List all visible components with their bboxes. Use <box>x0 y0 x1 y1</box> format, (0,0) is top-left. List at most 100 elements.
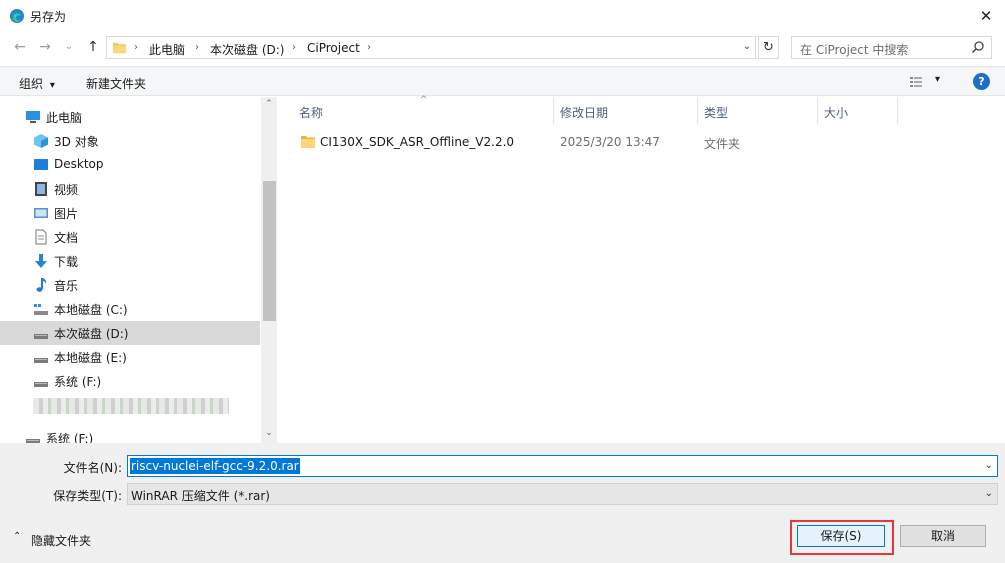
system-drive-icon <box>34 304 48 315</box>
breadcrumb-separator: › <box>134 42 138 53</box>
column-divider[interactable] <box>897 97 898 124</box>
file-list: ^ 名称 修改日期 类型 大小 CI130X_SDK_ASR_Offline_V… <box>281 95 1005 443</box>
sidebar-item-this-pc[interactable]: 此电脑 <box>0 105 260 129</box>
sidebar-item-label: 下载 <box>54 255 79 269</box>
sidebar-item-documents[interactable]: 文档 <box>0 225 260 249</box>
chevron-down-icon: ⌄ <box>984 488 993 499</box>
breadcrumb-drive-d[interactable]: 本次磁盘 (D:) <box>210 41 284 58</box>
save-button[interactable]: 保存(S) <box>797 525 885 547</box>
search-input[interactable]: 在 CiProject 中搜索 <box>791 36 992 59</box>
sidebar-item-music[interactable]: 音乐 <box>0 273 260 297</box>
filetype-value: WinRAR 压缩文件 (*.rar) <box>131 489 270 503</box>
chevron-up-icon[interactable]: ⌃ <box>13 531 21 542</box>
sidebar-item-label: 图片 <box>54 207 79 221</box>
sidebar-item-drive-f[interactable]: 系统 (F:) <box>0 369 260 393</box>
refresh-button[interactable]: ↻ <box>758 36 779 59</box>
breadcrumb-ciproject[interactable]: CiProject <box>307 41 360 55</box>
search-placeholder: 在 CiProject 中搜索 <box>800 43 909 57</box>
hide-folders-button[interactable]: 隐藏文件夹 <box>31 532 91 549</box>
sidebar-item-label: 系统 (F:) <box>54 375 102 389</box>
column-header-name[interactable]: 名称 <box>299 104 323 121</box>
folder-icon <box>301 136 315 148</box>
drive-icon <box>34 358 48 363</box>
scrollbar-thumb[interactable] <box>263 181 276 321</box>
organize-label: 组织 <box>19 77 44 91</box>
file-type: 文件夹 <box>704 137 741 151</box>
sidebar-item-drive-f-network[interactable]: 系统 (F:) <box>0 426 260 443</box>
sidebar-item-downloads[interactable]: 下载 <box>0 249 260 273</box>
column-divider[interactable] <box>553 97 554 124</box>
sidebar-item-label: Desktop <box>54 157 104 171</box>
drive-icon <box>26 439 40 443</box>
breadcrumb-this-pc[interactable]: 此电脑 <box>149 41 185 58</box>
window-title: 另存为 <box>30 10 67 24</box>
breadcrumb-separator: › <box>367 42 371 53</box>
sidebar-item-drive-d[interactable]: 本次磁盘 (D:) <box>0 321 260 345</box>
forward-button[interactable]: → <box>36 37 54 57</box>
sidebar-item-3d-objects[interactable]: 3D 对象 <box>0 129 260 153</box>
drive-icon <box>34 334 48 339</box>
sidebar-item-desktop[interactable]: Desktop <box>0 153 260 177</box>
column-divider[interactable] <box>817 97 818 124</box>
redacted-item <box>33 398 229 414</box>
sidebar-item-label: 视频 <box>54 183 79 197</box>
search-icon <box>971 41 984 54</box>
sidebar-item-label: 系统 (F:) <box>46 432 94 443</box>
column-header-modified[interactable]: 修改日期 <box>560 104 608 121</box>
help-icon[interactable]: ? <box>973 73 990 90</box>
breadcrumb-separator: › <box>195 42 199 53</box>
recent-locations-button[interactable]: ⌄ <box>60 37 78 57</box>
cube-icon <box>34 134 48 148</box>
sidebar-item-drive-c[interactable]: 本地磁盘 (C:) <box>0 297 260 321</box>
sidebar-item-drive-e[interactable]: 本地磁盘 (E:) <box>0 345 260 369</box>
filename-value: riscv-nuclei-elf-gcc-9.2.0.rar <box>130 458 300 474</box>
scroll-up-arrow[interactable]: ⌃ <box>261 99 277 109</box>
video-icon <box>35 182 47 196</box>
chevron-down-icon: ▾ <box>935 74 941 85</box>
filetype-label: 保存类型(T): <box>53 489 122 503</box>
sidebar-item-label: 此电脑 <box>46 111 83 125</box>
pc-icon <box>26 111 40 123</box>
organize-button[interactable]: 组织 ▾ <box>19 75 55 92</box>
sidebar-item-pictures[interactable]: 图片 <box>0 201 260 225</box>
table-row[interactable]: CI130X_SDK_ASR_Offline_V2.2.0 2025/3/20 … <box>297 131 897 153</box>
sidebar-item-label: 本次磁盘 (D:) <box>54 327 129 341</box>
filename-input[interactable]: riscv-nuclei-elf-gcc-9.2.0.rar ⌄ <box>127 455 998 477</box>
drive-icon <box>34 382 48 387</box>
download-icon <box>35 254 47 268</box>
chevron-down-icon: ▾ <box>49 80 55 91</box>
sidebar-item-label: 文档 <box>54 231 79 245</box>
filename-label: 文件名(N): <box>63 461 122 475</box>
desktop-icon <box>34 159 48 170</box>
sidebar-item-label: 本地磁盘 (C:) <box>54 303 128 317</box>
column-divider[interactable] <box>697 97 698 124</box>
up-button[interactable]: ↑ <box>84 37 102 57</box>
column-header-size[interactable]: 大小 <box>824 104 848 121</box>
view-list-icon <box>910 77 922 87</box>
breadcrumb-separator: › <box>292 42 296 53</box>
close-button[interactable]: ✕ <box>975 5 997 27</box>
view-options-button[interactable]: ▾ <box>909 74 949 90</box>
sidebar-item-label: 音乐 <box>54 279 79 293</box>
sidebar-item-label: 本地磁盘 (E:) <box>54 351 127 365</box>
music-icon <box>36 278 47 292</box>
back-button[interactable]: ← <box>11 37 29 57</box>
column-header-type[interactable]: 类型 <box>704 104 728 121</box>
chevron-down-icon[interactable]: ⌄ <box>985 460 993 471</box>
file-modified: 2025/3/20 13:47 <box>560 135 660 149</box>
scroll-down-arrow[interactable]: ⌄ <box>261 428 277 438</box>
address-bar[interactable]: › 此电脑 › 本次磁盘 (D:) › CiProject › <box>106 36 756 59</box>
filetype-select[interactable]: WinRAR 压缩文件 (*.rar) ⌄ <box>127 483 998 505</box>
command-bar: 组织 ▾ 新建文件夹 ▾ ? <box>0 66 1005 96</box>
cancel-button[interactable]: 取消 <box>900 525 986 547</box>
sidebar-item-videos[interactable]: 视频 <box>0 177 260 201</box>
navigation-pane: 此电脑 3D 对象 Desktop 视频 图片 文档 下载 音乐 本地磁盘 (C… <box>0 97 277 443</box>
address-dropdown-button[interactable]: ⌄ <box>738 36 756 59</box>
sort-ascending-icon: ^ <box>420 95 428 105</box>
edge-icon <box>10 9 24 23</box>
sidebar-item-label: 3D 对象 <box>54 135 99 149</box>
picture-icon <box>34 208 48 218</box>
new-folder-button[interactable]: 新建文件夹 <box>86 75 146 92</box>
title-bar: 另存为 ✕ <box>0 0 1005 32</box>
folder-icon <box>112 42 127 54</box>
